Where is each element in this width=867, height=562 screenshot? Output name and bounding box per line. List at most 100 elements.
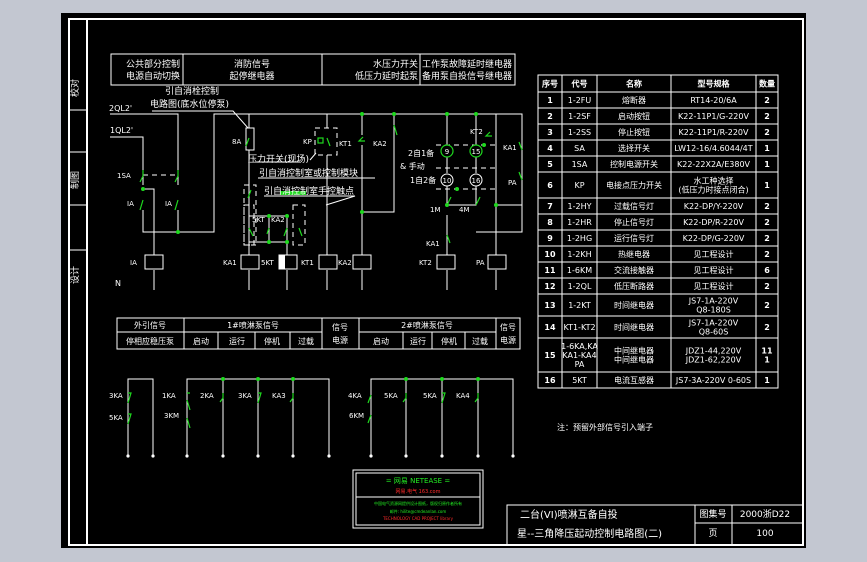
terminal-label: 3KA	[238, 392, 252, 400]
parts-table-cell: 6	[547, 181, 553, 190]
parts-table-cell: 1-2FU	[568, 96, 592, 105]
parts-table-cell: 1-2SS	[568, 128, 591, 137]
terminal-label: 3KM	[164, 412, 179, 420]
drawing-sheet: 校对 制图 设计 公共部分控制 电源自动切换 消防信号 起停继电器 水压力开关 …	[61, 13, 806, 548]
signal-table: 外引信号 停相应稳压泵 1#喷淋泵信号 2#喷淋泵信号 启动 运行 停机 过载 …	[116, 317, 521, 350]
parts-table-cell: 2	[764, 323, 770, 332]
input-label: 1QL2'	[110, 126, 133, 135]
parts-table-cell: 2	[764, 218, 770, 227]
parts-table-cell: K22-11P1/R-220V	[679, 128, 749, 137]
parts-table-cell: 时间继电器	[614, 300, 654, 310]
coil-IA	[144, 254, 164, 270]
parts-table-cell: JS7-1A-220V	[688, 319, 739, 328]
parts-table-cell: 见工程设计	[694, 249, 734, 259]
note: 引自消控制室或控制模块	[259, 167, 358, 179]
header-cell: 消防信号	[234, 58, 270, 70]
parts-table-cell: 运行信号灯	[614, 233, 654, 243]
note: 电路图(底水位停泵)	[150, 98, 229, 110]
parts-table-header: 型号规格	[698, 79, 731, 89]
parts-table-cell: 14	[544, 323, 556, 332]
coil-PA	[487, 254, 507, 270]
terminal-circuit: 3KA 5KA 1KA 3KM 2KA 3KA KA3 4KA 6KM 5KA …	[109, 377, 515, 458]
neutral-label: N	[115, 279, 121, 288]
contact-label: 1M	[430, 206, 441, 214]
lamp-label: 10	[443, 177, 452, 185]
coil-label: KA1	[223, 259, 237, 267]
coil-KT1	[318, 254, 338, 270]
parts-table-cell: 1-2QL	[568, 282, 592, 291]
contact-label: 4M	[459, 206, 470, 214]
parts-table-cell: 1-2KT	[568, 301, 591, 310]
parts-table-cell: 2	[764, 250, 770, 259]
parts-table-cell: 交流接触器	[614, 265, 654, 275]
coil-label: 5KT	[261, 259, 275, 267]
header-cell: 水压力开关	[373, 58, 418, 70]
stamp-line: 网易.电气 163.com	[396, 488, 441, 495]
parts-table-cell: K22-DP/G-220V	[683, 234, 745, 243]
parts-table-cell: KA1-KA4	[562, 351, 596, 360]
parts-table-cell: 15	[544, 351, 556, 360]
signal-power: 电源	[332, 335, 348, 345]
parts-table-cell: 2	[764, 282, 770, 291]
parts-table-cell: KP	[574, 181, 584, 190]
contact-label: KA1	[426, 240, 440, 248]
parts-table-cell: 13	[544, 301, 555, 310]
header-cell: 低压力延时起泵	[355, 70, 418, 82]
note: 压力开关(现场)	[248, 153, 309, 165]
parts-table-cell: RT14-20/6A	[690, 96, 737, 105]
terminal-label: 4KA	[348, 392, 362, 400]
parts-table-cell: Q8-60S	[699, 328, 729, 337]
mode-label: & 手动	[400, 161, 425, 171]
parts-table-cell: 16	[544, 376, 556, 385]
parts-table-cell: 1	[764, 181, 770, 190]
parts-table-header: 代号	[571, 79, 588, 89]
header-cell: 备用泵自投信号继电器	[422, 70, 512, 82]
parts-table-cell: 1-2SF	[568, 112, 591, 121]
title-block: 二台(VI)喷淋互备自投 星--三角降压起动控制电路图(二) 图集号 2000浙…	[506, 504, 803, 545]
parts-table-cell: 2	[764, 128, 770, 137]
parts-table-cell: 1-2HY	[568, 202, 592, 211]
signal-sub: 过载	[298, 336, 314, 346]
parts-table-cell: 11	[544, 266, 556, 275]
note: 引自消栓控制	[165, 85, 219, 97]
margin-label-design: 设计	[69, 266, 81, 284]
signal-header: 停相应稳压泵	[126, 336, 174, 346]
parts-table-cell: 热继电器	[618, 249, 650, 259]
signal-header: 外引信号	[134, 320, 166, 330]
drawing-title: 二台(VI)喷淋互备自投	[520, 508, 618, 521]
contact-label: IA	[127, 200, 134, 208]
parts-table-cell: 1	[764, 160, 770, 169]
coil-label: KT2	[419, 259, 432, 267]
parts-table-cell: 电流互感器	[614, 375, 654, 385]
header-cell: 起停继电器	[229, 70, 274, 82]
contact-label: 1SA	[117, 172, 131, 180]
signal-power: 信号	[500, 322, 516, 332]
parts-table-cell: 熔断器	[622, 95, 646, 105]
circuit-labels: 引自消栓控制 电路图(底水位停泵) 压力开关(现场) 引自消控制室或控制模块 引…	[109, 85, 517, 288]
coil-KA1	[240, 254, 260, 270]
signal-power: 信号	[332, 322, 348, 332]
parts-table-cell: 2	[764, 234, 770, 243]
contact-label: KA2	[271, 216, 285, 224]
parts-table-cell: 控制电源开关	[610, 159, 658, 169]
input-label: 2QL2'	[109, 104, 132, 113]
footnote: 注：预留外部信号引入端子	[557, 422, 653, 432]
page-label: 页	[708, 528, 717, 539]
parts-table-cell: 1	[764, 144, 770, 153]
parts-table-cell: 2	[764, 202, 770, 211]
netease-stamp: = 网易 NETEASE = 网易.电气 163.com 中国电气资源网提供设计…	[352, 469, 484, 529]
parts-table-cell: 2	[764, 112, 770, 121]
parts-table-cell: Q8-180S	[696, 306, 731, 315]
parts-table-cell: 2	[547, 112, 553, 121]
parts-table-cell: 时间继电器	[614, 322, 654, 332]
parts-table-cell: 1	[764, 376, 770, 385]
signal-power: 电源	[500, 335, 516, 345]
mode-label: 1自2备	[410, 175, 436, 185]
header-cell: 电源自动切换	[126, 70, 180, 82]
parts-table-cell: 5	[547, 160, 553, 169]
coil-label: KT1	[301, 259, 314, 267]
signal-sub: 停机	[441, 336, 457, 346]
signal-sub: 过载	[472, 336, 488, 346]
contact-label: KA2	[373, 140, 387, 148]
signal-sub: 启动	[373, 336, 389, 346]
